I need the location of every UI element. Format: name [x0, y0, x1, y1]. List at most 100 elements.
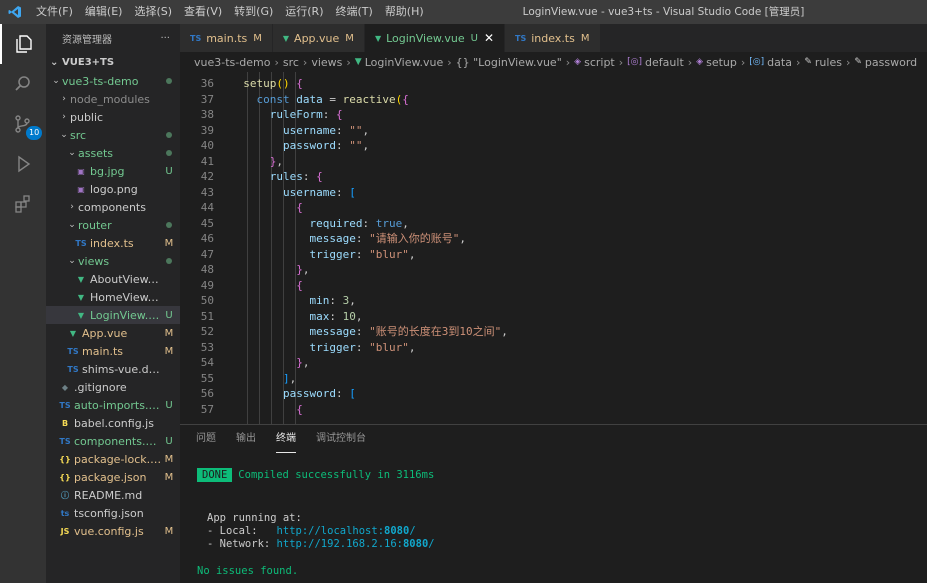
code-line[interactable]: 38 ruleForm: {: [180, 107, 927, 123]
tree-item[interactable]: TS main.ts M: [46, 342, 180, 360]
line-number: 37: [200, 92, 214, 106]
tree-item[interactable]: ▼ App.vue M: [46, 324, 180, 342]
code-line[interactable]: 43 username: [: [180, 185, 927, 201]
menu-terminal[interactable]: 终端(T): [330, 0, 379, 24]
breadcrumb-item[interactable]: views: [311, 56, 342, 69]
code-line[interactable]: 44 {: [180, 200, 927, 216]
tree-item[interactable]: ▣ bg.jpg U: [46, 162, 180, 180]
tree-item[interactable]: › node_modules: [46, 90, 180, 108]
vue-file-icon: ▼: [77, 274, 85, 284]
breadcrumb-item[interactable]: default: [645, 56, 684, 69]
code-line[interactable]: 40 password: "",: [180, 138, 927, 154]
tree-item[interactable]: ▼ LoginView.vue U: [46, 306, 180, 324]
code-line[interactable]: 55 ],: [180, 371, 927, 387]
tree-item[interactable]: TS components.d.ts U: [46, 432, 180, 450]
breadcrumb-item[interactable]: setup: [706, 56, 737, 69]
tree-item[interactable]: TS auto-imports.d.ts U: [46, 396, 180, 414]
tab-label: main.ts: [206, 31, 248, 45]
code-line[interactable]: 53 trigger: "blur",: [180, 340, 927, 356]
extensions-icon[interactable]: [0, 184, 46, 224]
panel-tab-debug-console[interactable]: 调试控制台: [316, 425, 366, 453]
close-icon[interactable]: ✕: [484, 31, 494, 45]
line-number: 48: [200, 263, 214, 276]
run-debug-icon[interactable]: [0, 144, 46, 184]
code-line[interactable]: 49 {: [180, 278, 927, 294]
tree-item[interactable]: ⌄ assets: [46, 144, 180, 162]
network-url-link[interactable]: http://192.168.2.16:8080/: [277, 538, 435, 550]
breadcrumb-item[interactable]: data: [767, 56, 792, 69]
tree-item[interactable]: JS vue.config.js M: [46, 522, 180, 540]
code-line[interactable]: 52 message: "账号的长度在3到10之间",: [180, 324, 927, 340]
tree-item[interactable]: {} package.json M: [46, 468, 180, 486]
code-text: },: [296, 356, 310, 369]
tab-label: App.vue: [294, 31, 340, 45]
code-line[interactable]: 54 },: [180, 355, 927, 371]
tree-item[interactable]: ⌄ src: [46, 126, 180, 144]
code-line[interactable]: 48 },: [180, 262, 927, 278]
tree-item[interactable]: TS shims-vue.d.ts: [46, 360, 180, 378]
tree-item[interactable]: ts tsconfig.json: [46, 504, 180, 522]
breadcrumb-item[interactable]: src: [283, 56, 299, 69]
breadcrumb-item[interactable]: LoginView.vue: [365, 56, 444, 69]
tab-loginview-vue[interactable]: ▼ LoginView.vue U ✕: [364, 24, 505, 52]
tree-item[interactable]: TS index.ts M: [46, 234, 180, 252]
code-text: },: [296, 263, 310, 276]
panel-tab-terminal[interactable]: 终端: [276, 425, 296, 453]
code-line[interactable]: 50 min: 3,: [180, 293, 927, 309]
code-line[interactable]: 42 rules: {: [180, 169, 927, 185]
code-line[interactable]: 46 message: "请输入你的账号",: [180, 231, 927, 247]
explorer-header: 资源管理器 ···: [46, 24, 180, 52]
line-number: 54: [200, 356, 214, 369]
tab-main-ts[interactable]: TS main.ts M: [180, 24, 273, 52]
code-line[interactable]: 47 trigger: "blur",: [180, 247, 927, 263]
code-line[interactable]: 39 username: "",: [180, 123, 927, 139]
breadcrumb-item[interactable]: script: [584, 56, 615, 69]
tree-item[interactable]: › public: [46, 108, 180, 126]
code-editor[interactable]: 36 setup() {37 const data = reactive({38…: [180, 72, 927, 424]
tree-item[interactable]: ⌄ router: [46, 216, 180, 234]
code-text: trigger: "blur",: [309, 247, 416, 261]
tree-item[interactable]: ▣ logo.png: [46, 180, 180, 198]
menu-help[interactable]: 帮助(H): [379, 0, 430, 24]
tree-item[interactable]: ⌄ vue3-ts-demo: [46, 72, 180, 90]
tree-item[interactable]: ⓘ README.md: [46, 486, 180, 504]
breadcrumb-item[interactable]: {} "LoginView.vue": [456, 56, 562, 69]
tree-item[interactable]: ◆ .gitignore: [46, 378, 180, 396]
menu-file[interactable]: 文件(F): [30, 0, 79, 24]
tree-item[interactable]: ▼ HomeView.vue: [46, 288, 180, 306]
workspace-section[interactable]: ⌄ VUE3+TS: [46, 52, 180, 72]
tab-app-vue[interactable]: ▼ App.vue M: [272, 24, 365, 52]
code-text: required: true,: [309, 216, 409, 230]
panel-tab-output[interactable]: 输出: [236, 425, 256, 453]
tree-item[interactable]: {} package-lock.j... M: [46, 450, 180, 468]
menu-edit[interactable]: 编辑(E): [79, 0, 129, 24]
tree-item[interactable]: ▼ AboutView.vue: [46, 270, 180, 288]
explorer-icon[interactable]: [0, 24, 46, 64]
menu-view[interactable]: 查看(V): [178, 0, 228, 24]
menu-run[interactable]: 运行(R): [279, 0, 329, 24]
code-line[interactable]: 41 },: [180, 154, 927, 170]
tree-item[interactable]: Bbabel.config.js: [46, 414, 180, 432]
git-status: M: [164, 345, 174, 357]
source-control-icon[interactable]: 10: [0, 104, 46, 144]
code-line[interactable]: 56 password: [: [180, 386, 927, 402]
tab-index-ts[interactable]: TS index.ts M: [505, 24, 601, 52]
breadcrumb-item[interactable]: vue3-ts-demo: [194, 56, 270, 69]
code-line[interactable]: 36 setup() {: [180, 76, 927, 92]
line-number: 42: [200, 170, 214, 183]
more-actions-icon[interactable]: ···: [160, 33, 170, 44]
code-line[interactable]: 45 required: true,: [180, 216, 927, 232]
code-line[interactable]: 37 const data = reactive({: [180, 92, 927, 108]
tree-item[interactable]: ⌄ views: [46, 252, 180, 270]
local-url-link[interactable]: http://localhost:8080/: [277, 525, 416, 537]
breadcrumb-item[interactable]: password: [865, 56, 917, 69]
json-file-icon: {}: [59, 454, 71, 464]
menu-selection[interactable]: 选择(S): [128, 0, 178, 24]
tree-item[interactable]: › components: [46, 198, 180, 216]
panel-tab-problems[interactable]: 问题: [196, 425, 216, 453]
menu-go[interactable]: 转到(G): [228, 0, 279, 24]
code-line[interactable]: 57 {: [180, 402, 927, 418]
search-icon[interactable]: [0, 64, 46, 104]
breadcrumb-item[interactable]: rules: [815, 56, 842, 69]
code-line[interactable]: 51 max: 10,: [180, 309, 927, 325]
